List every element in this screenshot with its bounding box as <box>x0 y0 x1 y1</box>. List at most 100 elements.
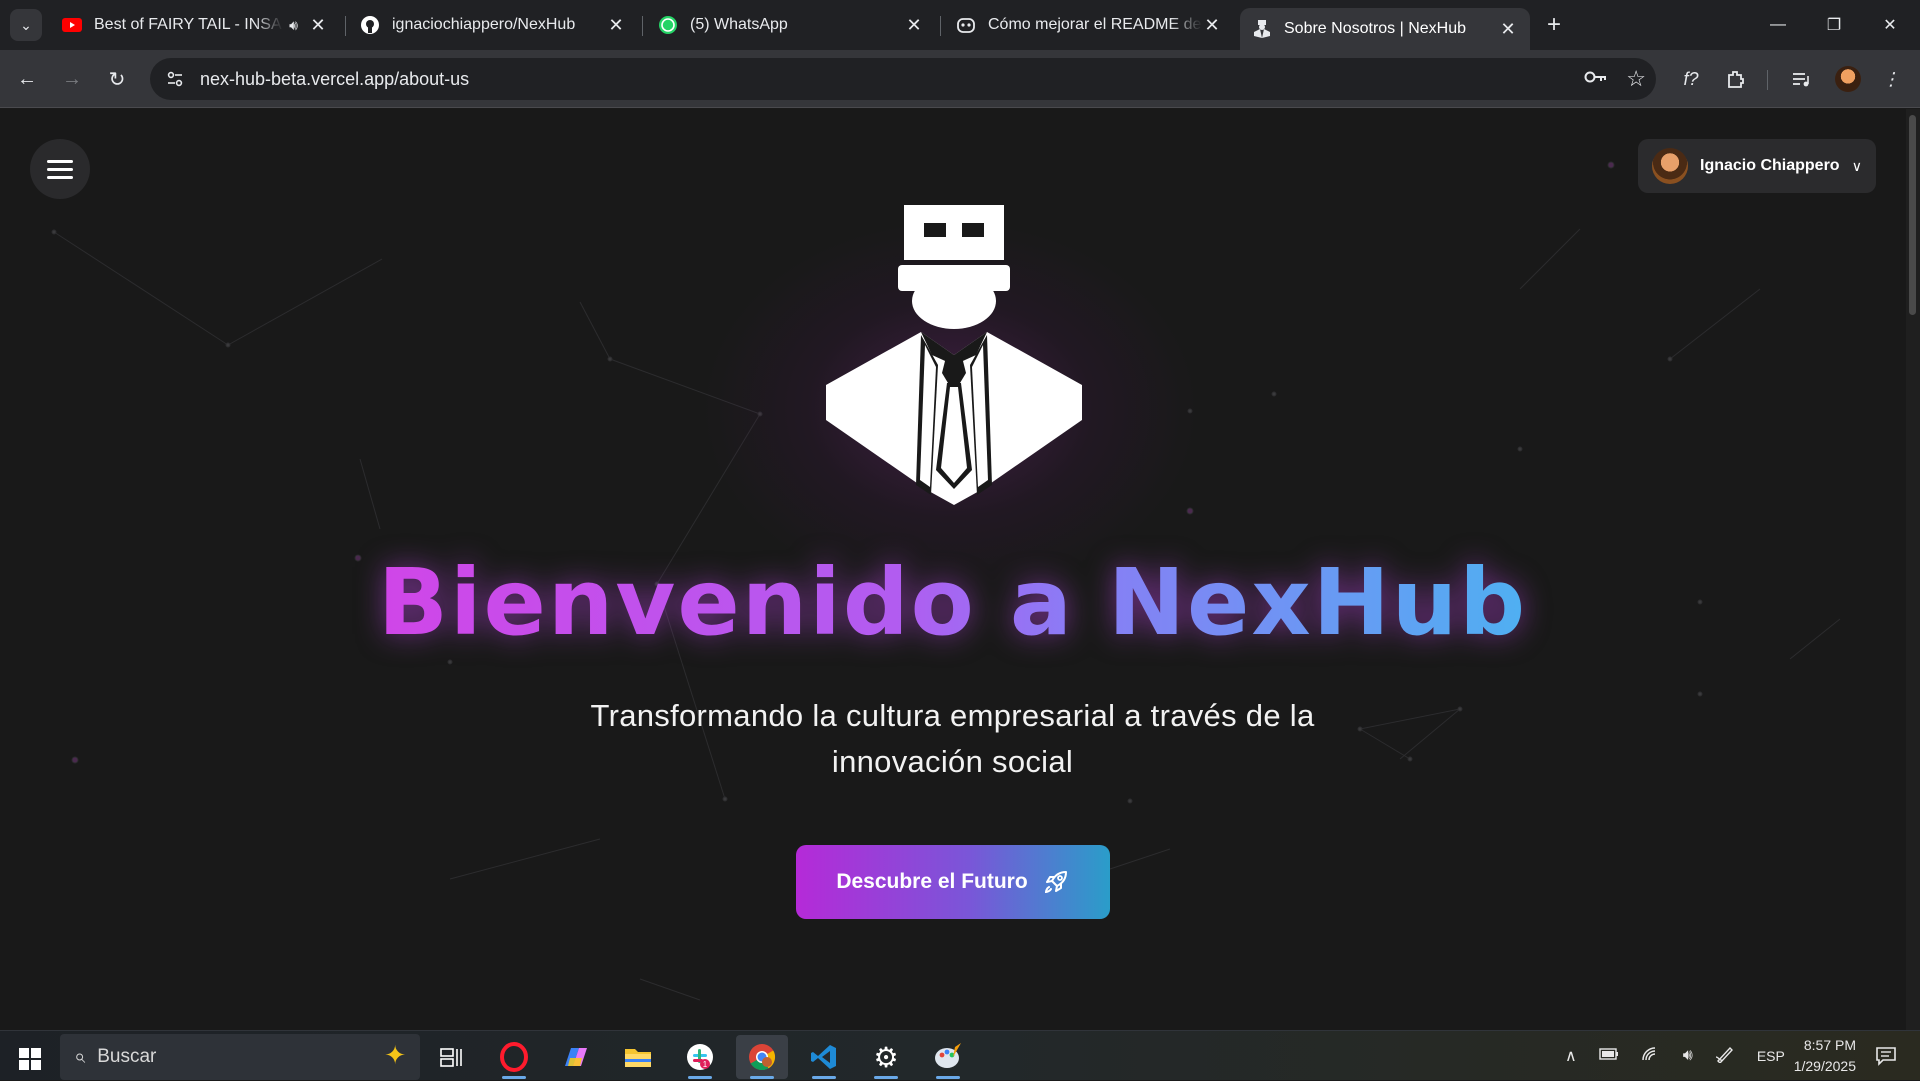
copilot-icon <box>956 15 976 35</box>
chrome-icon <box>749 1044 776 1071</box>
hamburger-menu-button[interactable] <box>30 139 90 199</box>
back-button[interactable]: ← <box>8 60 46 98</box>
volume-icon[interactable]: 🔊︎ <box>1683 1047 1693 1065</box>
opera-icon <box>500 1042 528 1072</box>
tab-youtube[interactable]: Best of FAIRY TAIL - INSANE 🔊︎ ✕ <box>50 8 340 42</box>
running-indicator <box>812 1076 836 1079</box>
star-icon[interactable]: ☆ <box>1626 66 1646 92</box>
taskbar-app-slack[interactable]: 1 <box>674 1035 726 1079</box>
taskbar-clock[interactable]: 8:57 PM 1/29/2025 <box>1766 1035 1856 1077</box>
minimize-button[interactable]: — <box>1750 0 1806 50</box>
toolbar-divider <box>1767 70 1768 90</box>
taskbar-app-vscode[interactable] <box>798 1035 850 1079</box>
reload-button[interactable]: ↻ <box>98 60 136 98</box>
rocket-icon <box>1044 871 1067 894</box>
close-tab-icon[interactable]: ✕ <box>308 15 328 36</box>
tab-github[interactable]: ignaciochiappero/NexHub ✕ <box>348 8 638 42</box>
forward-button[interactable]: → <box>53 60 91 98</box>
hamburger-icon <box>47 160 73 179</box>
address-bar[interactable]: nex-hub-beta.vercel.app/about-us ☆ <box>150 58 1656 100</box>
chevron-down-icon: ∨ <box>1851 157 1862 174</box>
pen-icon[interactable] <box>1715 1045 1735 1068</box>
file-explorer-icon <box>625 1049 651 1067</box>
tab-separator <box>642 16 643 36</box>
running-indicator <box>874 1076 898 1079</box>
taskbar-app-copilot[interactable] <box>550 1035 602 1079</box>
close-icon: ✕ <box>1883 17 1897 34</box>
youtube-icon <box>62 15 82 35</box>
speaker-icon[interactable]: 🔊︎ <box>289 17 298 34</box>
discover-future-button[interactable]: Descubre el Futuro <box>796 845 1110 919</box>
search-icon: ⌕ <box>74 1045 86 1068</box>
wifi-icon[interactable] <box>1641 1046 1661 1067</box>
hero-title-text: Bienvenido a NexHub <box>377 549 1528 656</box>
svg-text:1: 1 <box>703 1060 708 1069</box>
paint-icon <box>935 1043 961 1068</box>
start-button[interactable] <box>10 1039 50 1079</box>
tab-copilot[interactable]: Cómo mejorar el README de un ✕ <box>944 8 1234 42</box>
site-info-icon[interactable] <box>154 58 196 100</box>
chevron-down-icon: ⌄ <box>20 16 32 33</box>
close-tab-icon[interactable]: ✕ <box>1202 15 1222 36</box>
arrow-left-icon: ← <box>17 67 37 90</box>
scrollbar-thumb[interactable] <box>1909 115 1916 315</box>
close-window-button[interactable]: ✕ <box>1862 0 1918 50</box>
minimize-icon: — <box>1770 16 1786 33</box>
url-text: nex-hub-beta.vercel.app/about-us <box>200 68 470 89</box>
nexhub-logo <box>826 205 1082 505</box>
page-scrollbar[interactable] <box>1906 109 1920 1030</box>
page-viewport: Ignacio Chiappero ∨ Bienvenido a NexHub … <box>0 109 1920 1030</box>
taskbar-search[interactable]: ⌕ Buscar ✦ <box>60 1034 420 1080</box>
task-view-icon <box>440 1048 462 1067</box>
extensions-icon[interactable] <box>1717 60 1755 98</box>
arrow-right-icon: → <box>62 67 82 90</box>
taskbar-app-paint[interactable] <box>922 1035 974 1079</box>
slack-icon: 1 <box>687 1044 713 1070</box>
tab-search-button[interactable]: ⌄ <box>10 9 42 41</box>
chevron-up-icon[interactable]: ∧ <box>1565 1046 1577 1066</box>
running-indicator <box>750 1076 774 1079</box>
omnibox-actions: ☆ <box>1584 58 1646 100</box>
notification-icon <box>1876 1047 1896 1066</box>
tab-nexhub[interactable]: Sobre Nosotros | NexHub ✕ <box>1240 8 1530 50</box>
user-avatar <box>1652 148 1688 184</box>
hero-subtitle: Transformando la cultura empresarial a t… <box>540 693 1365 785</box>
taskbar-app-opera[interactable] <box>488 1035 540 1079</box>
clock-time: 8:57 PM <box>1803 1037 1856 1053</box>
close-tab-icon[interactable]: ✕ <box>606 15 626 36</box>
media-control-icon[interactable] <box>1782 60 1820 98</box>
key-icon[interactable] <box>1584 68 1608 91</box>
user-name: Ignacio Chiappero <box>1700 157 1840 174</box>
tab-title: Sobre Nosotros | NexHub <box>1284 20 1467 37</box>
copilot-icon <box>565 1048 587 1066</box>
profile-avatar[interactable] <box>1835 66 1861 92</box>
taskbar-app-chrome[interactable] <box>736 1035 788 1079</box>
tab-title: Cómo mejorar el README de un <box>988 16 1202 33</box>
github-icon <box>360 15 380 35</box>
restore-button[interactable]: ❐ <box>1806 0 1862 50</box>
close-tab-icon[interactable]: ✕ <box>904 15 924 36</box>
tab-whatsapp[interactable]: (5) WhatsApp ✕ <box>646 8 936 42</box>
tab-title: Best of FAIRY TAIL - INSANE <box>94 16 284 33</box>
notification-center-button[interactable] <box>1866 1031 1906 1081</box>
search-placeholder: Buscar <box>97 1046 157 1067</box>
browser-toolbar: ← → ↻ nex-hub-beta.vercel.app/about-us ☆… <box>0 50 1920 108</box>
taskbar-app-settings[interactable]: ⚙ <box>860 1035 912 1079</box>
tab-title: ignaciochiappero/NexHub <box>392 16 576 33</box>
user-menu-button[interactable]: Ignacio Chiappero ∨ <box>1638 139 1876 193</box>
formula-extension-icon[interactable]: f? <box>1672 60 1710 98</box>
running-indicator <box>688 1076 712 1079</box>
task-view-button[interactable] <box>425 1035 477 1079</box>
new-tab-button[interactable]: + <box>1538 9 1570 41</box>
windows-icon <box>19 1048 41 1070</box>
settings-icon: ⚙ <box>873 1041 899 1073</box>
hero-subtitle-line-2: innovación social <box>831 744 1074 779</box>
restore-icon: ❐ <box>1826 17 1842 34</box>
taskbar-app-file-explorer[interactable] <box>612 1035 664 1079</box>
menu-icon[interactable]: ⋮ <box>1872 60 1910 98</box>
tab-strip: ⌄ Best of FAIRY TAIL - INSANE 🔊︎ ✕ ignac… <box>0 0 1920 50</box>
close-tab-icon[interactable]: ✕ <box>1498 19 1518 40</box>
battery-icon[interactable] <box>1599 1047 1619 1065</box>
tab-separator <box>940 16 941 36</box>
reload-icon: ↻ <box>108 68 126 91</box>
